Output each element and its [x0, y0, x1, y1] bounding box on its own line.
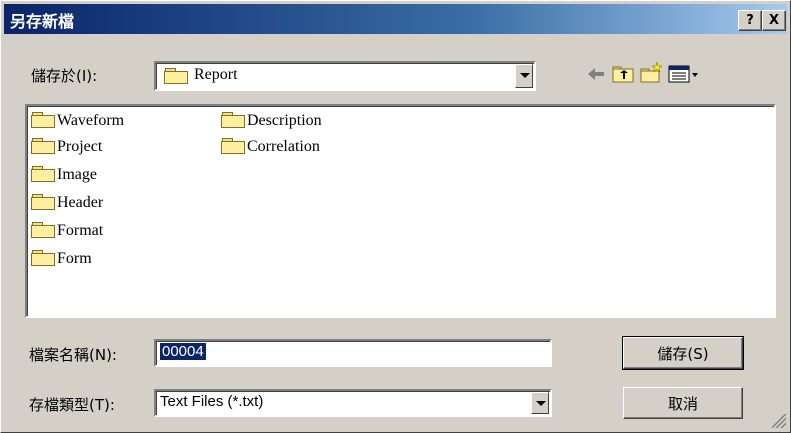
save-as-dialog: 另存新檔 ? X 儲存於(I): Report Waveform Project… [0, 0, 791, 433]
view-menu-icon[interactable] [667, 63, 701, 85]
dialog-title: 另存新檔 [10, 12, 75, 31]
file-type-label: 存檔類型(T): [29, 396, 115, 414]
folder-name: Project [57, 138, 103, 155]
file-list[interactable]: Waveform Project Image Header Format For… [25, 104, 776, 318]
save-in-label: 儲存於(I): [31, 67, 98, 85]
list-item[interactable]: Correlation [221, 136, 320, 158]
folder-icon [221, 138, 245, 155]
folder-icon [31, 138, 55, 155]
list-item[interactable]: Description [221, 110, 322, 132]
list-item[interactable]: Format [31, 220, 103, 242]
up-folder-icon[interactable] [611, 63, 635, 85]
list-item[interactable]: Image [31, 164, 97, 186]
file-type-value: Text Files (*.txt) [160, 393, 264, 410]
save-in-dropdown-arrow[interactable] [515, 64, 533, 88]
list-item[interactable]: Header [31, 192, 103, 214]
folder-icon [31, 222, 55, 239]
folder-name: Waveform [57, 112, 125, 129]
folder-name: Description [247, 112, 322, 129]
list-item[interactable]: Project [31, 136, 102, 158]
help-button[interactable]: ? [738, 10, 762, 31]
folder-name: Format [57, 222, 104, 239]
file-type-dropdown-arrow[interactable] [531, 392, 549, 414]
save-button[interactable]: 儲存(S) [622, 336, 744, 370]
file-type-select[interactable]: Text Files (*.txt) [154, 389, 552, 417]
folder-name: Header [57, 194, 104, 211]
resize-grip[interactable] [772, 414, 786, 428]
folder-icon [31, 166, 55, 183]
file-name-value: 00004 [160, 343, 206, 360]
folder-name: Image [57, 166, 97, 183]
close-button[interactable]: X [762, 10, 786, 31]
file-name-input[interactable]: 00004 [154, 339, 552, 367]
folder-name: Form [57, 250, 92, 267]
cancel-button[interactable]: 取消 [623, 387, 743, 419]
save-in-combobox[interactable]: Report [154, 61, 536, 91]
folder-icon [31, 194, 55, 211]
folder-icon [31, 112, 55, 129]
new-folder-icon[interactable] [639, 61, 663, 83]
folder-name: Correlation [247, 138, 320, 155]
list-item[interactable]: Form [31, 248, 92, 270]
folder-icon [164, 68, 188, 84]
list-item[interactable]: Waveform [31, 110, 124, 132]
folder-icon [221, 112, 245, 129]
back-arrow-icon[interactable] [584, 63, 608, 85]
save-in-value: Report [194, 66, 238, 83]
file-name-label: 檔案名稱(N): [29, 346, 117, 364]
title-bar[interactable]: 另存新檔 ? X [4, 4, 787, 34]
folder-icon [31, 250, 55, 267]
